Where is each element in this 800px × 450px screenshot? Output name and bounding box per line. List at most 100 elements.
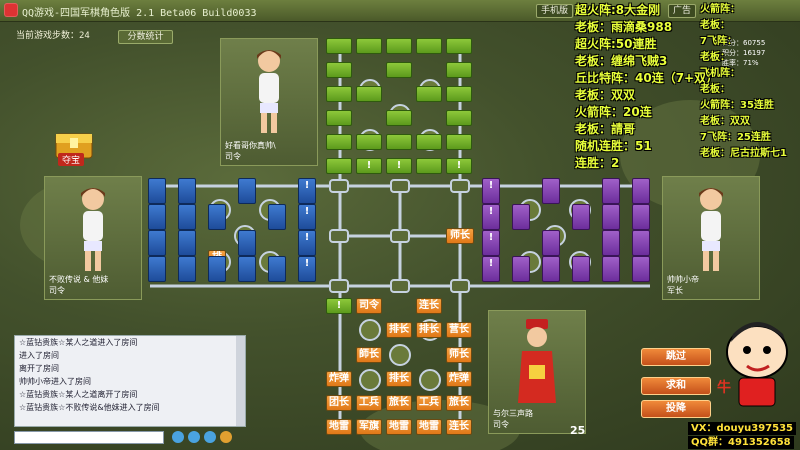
own-piece[interactable]: 地雷: [386, 419, 412, 435]
overlay-line: 超火阵:8大金刚: [575, 3, 661, 17]
enemy-piece[interactable]: [446, 62, 472, 78]
font-icon[interactable]: [204, 431, 216, 443]
enemy-piece[interactable]: [632, 204, 650, 230]
enemy-piece[interactable]: [148, 204, 166, 230]
own-piece[interactable]: 师长: [446, 347, 472, 363]
enemy-piece[interactable]: !: [482, 178, 500, 204]
chat-scrollbar[interactable]: [236, 336, 245, 426]
enemy-piece[interactable]: [602, 230, 620, 256]
enemy-piece[interactable]: [268, 256, 286, 282]
enemy-piece[interactable]: [356, 38, 382, 54]
own-piece[interactable]: 旅长: [446, 395, 472, 411]
enemy-piece[interactable]: [268, 204, 286, 230]
own-piece[interactable]: 营长: [446, 322, 472, 338]
enemy-piece[interactable]: [238, 256, 256, 282]
enemy-piece[interactable]: [238, 178, 256, 204]
enemy-piece[interactable]: [542, 256, 560, 282]
chat-message: 帅帅小帝进入了房间: [19, 377, 91, 386]
own-piece[interactable]: 工兵: [416, 395, 442, 411]
enemy-piece[interactable]: [148, 230, 166, 256]
own-piece[interactable]: 工兵: [356, 395, 382, 411]
chat-lines: ☆蓝钻贵族☆某人之道进入了房间 进入了房间 离开了房间 帅帅小帝进入了房间 ☆蓝钻贵族☆…: [15, 336, 245, 414]
enemy-piece[interactable]: [148, 256, 166, 282]
enemy-piece[interactable]: !: [386, 158, 412, 174]
enemy-piece[interactable]: [416, 86, 442, 102]
send-icon[interactable]: [188, 431, 200, 443]
enemy-piece[interactable]: !: [482, 230, 500, 256]
enemy-piece[interactable]: [572, 256, 590, 282]
enemy-piece[interactable]: !: [482, 256, 500, 282]
own-piece[interactable]: 团长: [326, 395, 352, 411]
enemy-piece[interactable]: [446, 134, 472, 150]
enemy-piece[interactable]: [386, 38, 412, 54]
settings-icon[interactable]: [220, 431, 232, 443]
enemy-piece[interactable]: [208, 204, 226, 230]
enemy-piece[interactable]: [238, 230, 256, 256]
enemy-piece[interactable]: [326, 86, 352, 102]
chat-input[interactable]: [14, 431, 164, 444]
enemy-piece[interactable]: [542, 230, 560, 256]
own-piece[interactable]: 地雷: [326, 419, 352, 435]
overlay-line: 7飞阵：: [700, 36, 737, 47]
enemy-piece[interactable]: !: [482, 204, 500, 230]
enemy-piece[interactable]: [602, 256, 620, 282]
enemy-piece[interactable]: [632, 256, 650, 282]
enemy-piece[interactable]: [386, 62, 412, 78]
piece-division-commander[interactable]: 师长: [446, 228, 474, 244]
enemy-piece[interactable]: [208, 256, 226, 282]
enemy-piece[interactable]: [512, 204, 530, 230]
own-piece[interactable]: 连长: [416, 298, 442, 314]
chat-message: ☆蓝钻贵族☆某人之道离开了房间: [19, 390, 138, 399]
enemy-piece[interactable]: [602, 178, 620, 204]
own-piece[interactable]: 排长: [386, 371, 412, 387]
enemy-piece[interactable]: !: [446, 158, 472, 174]
enemy-piece[interactable]: !: [356, 158, 382, 174]
enemy-piece[interactable]: [178, 178, 196, 204]
enemy-piece[interactable]: !: [326, 298, 352, 314]
skip-button[interactable]: 跳过: [641, 348, 711, 366]
own-piece[interactable]: 排长: [416, 322, 442, 338]
enemy-piece[interactable]: [446, 110, 472, 126]
enemy-piece[interactable]: !: [298, 178, 316, 204]
enemy-piece[interactable]: [632, 230, 650, 256]
enemy-piece[interactable]: [356, 86, 382, 102]
enemy-piece[interactable]: [572, 204, 590, 230]
enemy-piece[interactable]: [326, 38, 352, 54]
enemy-piece[interactable]: !: [298, 230, 316, 256]
enemy-piece[interactable]: [386, 110, 412, 126]
own-piece[interactable]: 炸弹: [326, 371, 352, 387]
enemy-piece[interactable]: [446, 86, 472, 102]
own-piece[interactable]: 连长: [446, 419, 472, 435]
enemy-piece[interactable]: !: [298, 256, 316, 282]
enemy-piece[interactable]: [326, 134, 352, 150]
own-piece[interactable]: 師长: [356, 347, 382, 363]
own-piece[interactable]: 军旗: [356, 419, 382, 435]
enemy-piece[interactable]: [416, 134, 442, 150]
own-piece[interactable]: 旅长: [386, 395, 412, 411]
enemy-piece[interactable]: !: [298, 204, 316, 230]
enemy-piece[interactable]: [512, 256, 530, 282]
enemy-piece[interactable]: [326, 110, 352, 126]
enemy-piece[interactable]: [326, 158, 352, 174]
enemy-piece[interactable]: [416, 38, 442, 54]
own-piece[interactable]: 炸弹: [446, 371, 472, 387]
enemy-piece[interactable]: [602, 204, 620, 230]
emoji-icon[interactable]: [172, 431, 184, 443]
enemy-piece[interactable]: [542, 178, 560, 204]
own-piece[interactable]: 排长: [386, 322, 412, 338]
enemy-piece[interactable]: [178, 256, 196, 282]
contact-wechat: VX：douyu397535: [688, 422, 796, 435]
enemy-piece[interactable]: [386, 134, 412, 150]
enemy-piece[interactable]: [178, 204, 196, 230]
enemy-piece[interactable]: [148, 178, 166, 204]
own-piece[interactable]: 司令: [356, 298, 382, 314]
enemy-piece[interactable]: [632, 178, 650, 204]
enemy-piece[interactable]: [326, 62, 352, 78]
enemy-piece[interactable]: [416, 158, 442, 174]
surrender-button[interactable]: 投降: [641, 400, 711, 418]
own-piece[interactable]: 地雷: [416, 419, 442, 435]
enemy-piece[interactable]: [446, 38, 472, 54]
peace-button[interactable]: 求和: [641, 377, 711, 395]
enemy-piece[interactable]: [356, 134, 382, 150]
enemy-piece[interactable]: [178, 230, 196, 256]
